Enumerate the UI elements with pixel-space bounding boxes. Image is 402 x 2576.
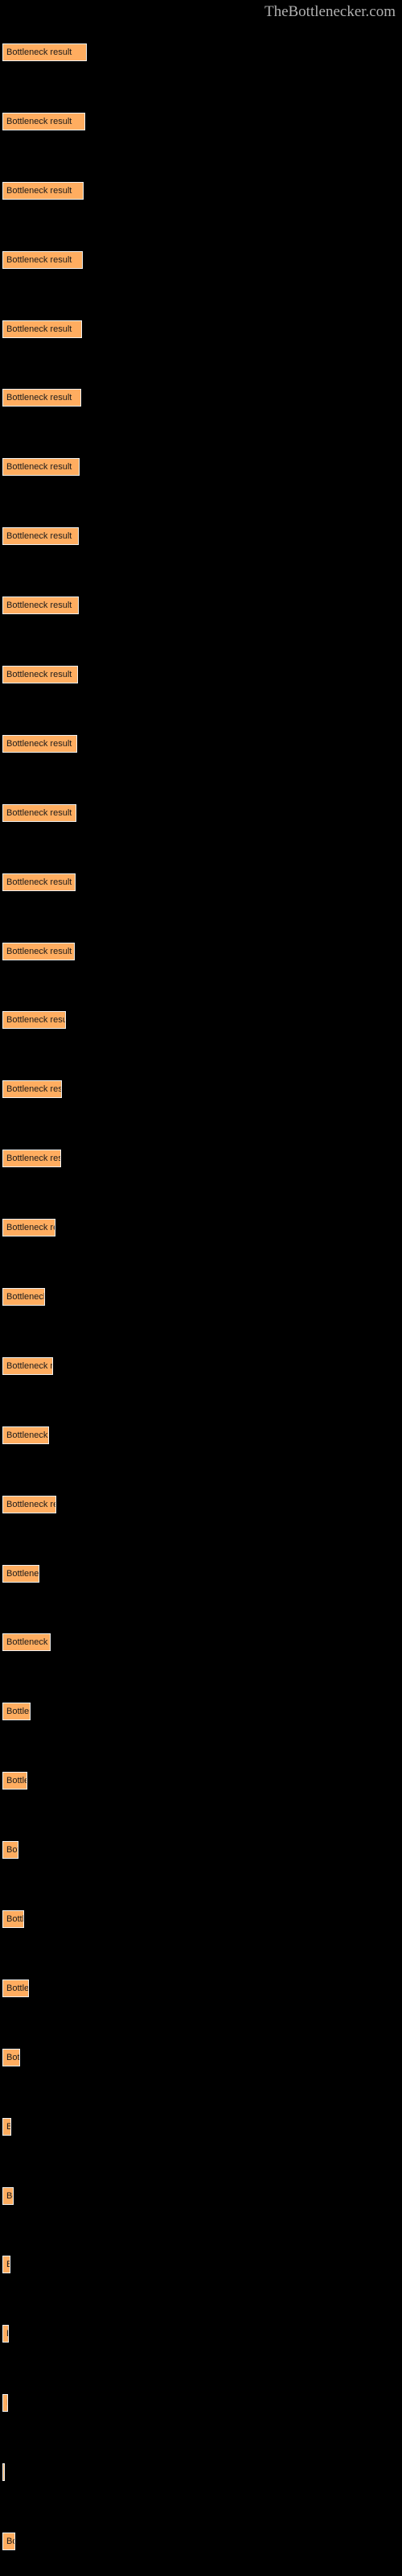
bar-row: Bottleneck result (0, 1910, 402, 1929)
bar-label: Bottleneck result (6, 1292, 44, 1302)
bar-row: Bottleneck result (0, 1356, 402, 1375)
bar-row: Bottleneck result (0, 803, 402, 822)
bar-row: Bottleneck result (0, 2117, 402, 2136)
bar-row: Bottleneck result (0, 250, 402, 269)
bar-label: Bottleneck result (6, 1983, 28, 1993)
bar-row: Bottleneck result (0, 597, 402, 615)
bar-row: Bottleneck result (0, 1772, 402, 1790)
bar-label: Bottleneck result (6, 1637, 50, 1648)
bar-row: Bottleneck result (0, 43, 402, 61)
bar-row: Bottleneck result (0, 1633, 402, 1652)
bar-label: Bottleneck result (6, 2537, 14, 2547)
bar-label: Bottleneck result (6, 1914, 23, 1925)
bar-row: Bottleneck result (0, 665, 402, 683)
bar-label: Bottleneck result (6, 2052, 19, 2062)
bar-label: Bottleneck result (6, 185, 72, 196)
bar-row: Bottleneck result (0, 873, 402, 891)
bar-row: Bottleneck result (0, 2463, 402, 2482)
bar-label: Bottleneck result (6, 1707, 30, 1717)
bar-label: Bottleneck result (6, 324, 72, 334)
bar-row: Bottleneck result (0, 942, 402, 960)
bar-row: Bottleneck result (0, 1979, 402, 1997)
bar-label: Bottleneck result (6, 2121, 10, 2132)
bar-row: Bottleneck result (0, 1426, 402, 1444)
bar-label: Bottleneck result (6, 47, 72, 57)
bar-row: Bottleneck result (0, 181, 402, 200)
bar-label: Bottleneck result (6, 1015, 65, 1026)
bar-label: Bottleneck result (6, 254, 72, 265)
bar-label: Bottleneck result (6, 2394, 7, 2412)
bar-label: Bottleneck result (6, 1360, 52, 1371)
bar-row: Bottleneck result (0, 112, 402, 130)
bar-label: Bottleneck result (6, 1154, 60, 1164)
bar-label: Bottleneck result (6, 2325, 8, 2343)
bar-row: Bottleneck result (0, 1495, 402, 1513)
bar-row: Bottleneck result (0, 1080, 402, 1099)
bar-label: Bottleneck result (6, 1776, 27, 1786)
bar-row: Bottleneck result (0, 1011, 402, 1030)
bar-label: Bottleneck result (6, 2190, 13, 2201)
bar-row: Bottleneck result (0, 527, 402, 546)
bar-row: Bottleneck result (0, 2186, 402, 2205)
bar-row: Bottleneck result (0, 458, 402, 477)
bar-label: Bottleneck result (6, 738, 72, 749)
bar-label: Bottleneck result (6, 462, 72, 473)
bottleneck-bar-chart: Bottleneck result Bottleneck result Bottle… (0, 18, 402, 2576)
bar-label: Bottleneck result (6, 669, 72, 679)
bar (2, 2463, 5, 2482)
bar-row: Bottleneck result (0, 2394, 402, 2413)
bar-row: Bottleneck result (0, 1219, 402, 1237)
bar-row: Bottleneck result (0, 2048, 402, 2066)
bar-label: Bottleneck result (6, 531, 72, 542)
bar-row: Bottleneck result (0, 389, 402, 407)
bar-row: Bottleneck result (0, 734, 402, 753)
bar-label: Bottleneck result (6, 601, 72, 611)
bar-row: Bottleneck result (0, 320, 402, 338)
bar-label: Bottleneck result (6, 1499, 55, 1509)
bar-row: Bottleneck result (0, 1703, 402, 1721)
bar-row: Bottleneck result (0, 1288, 402, 1306)
bar-row: Bottleneck result (0, 2533, 402, 2551)
bar-row: Bottleneck result (0, 1150, 402, 1168)
bar-row: Bottleneck result (0, 1564, 402, 1583)
bar-label: Bottleneck result (6, 393, 72, 403)
bar-label: Bottleneck result (6, 2260, 10, 2270)
bar-label: Bottleneck result (6, 946, 72, 956)
bar-label: Bottleneck result (6, 1568, 39, 1579)
bar-label: Bottleneck result (6, 807, 72, 818)
bar-label: Bottleneck result (6, 1430, 48, 1440)
bar-row: Bottleneck result (0, 2325, 402, 2343)
bar-label: Bottleneck result (6, 1084, 61, 1095)
bar-label: Bottleneck result (6, 1223, 55, 1233)
bar-row: Bottleneck result (0, 2256, 402, 2274)
bar-label: Bottleneck result (6, 877, 72, 887)
bar-label: Bottleneck result (6, 1845, 18, 1856)
bar-row: Bottleneck result (0, 1841, 402, 1860)
bar-label: Bottleneck result (6, 116, 72, 126)
